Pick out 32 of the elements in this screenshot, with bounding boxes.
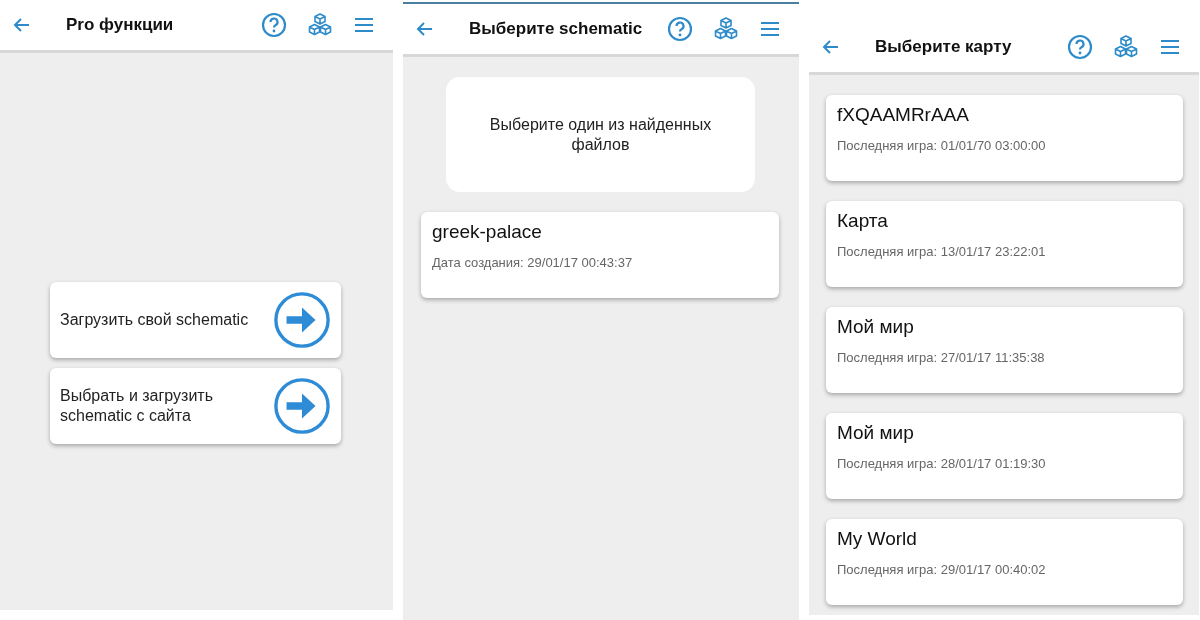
map-name: fXQAAMRrAAA: [837, 104, 970, 126]
last-played: Последняя игра: 01/01/70 03:00:00: [837, 138, 1047, 153]
screen-title: Pro функции: [66, 15, 175, 35]
help-icon[interactable]: [261, 12, 287, 38]
map-card[interactable]: Мой мир Последняя игра: 27/01/17 11:35:38: [826, 307, 1183, 393]
help-icon[interactable]: [667, 16, 693, 42]
map-card[interactable]: My World Последняя игра: 29/01/17 00:40:02: [826, 519, 1183, 605]
file-card[interactable]: greek-palace Дата создания: 29/01/17 00:43:37: [421, 212, 779, 298]
map-name: Карта: [837, 210, 889, 232]
map-name: My World: [837, 528, 918, 550]
last-played: Последняя игра: 13/01/17 23:22:01: [837, 244, 1047, 259]
help-icon[interactable]: [1067, 34, 1093, 60]
map-card[interactable]: fXQAAMRrAAA Последняя игра: 01/01/70 03:00:00: [826, 95, 1183, 181]
file-date: Дата создания: 29/01/17 00:43:37: [432, 255, 634, 270]
map-card[interactable]: Мой мир Последняя игра: 28/01/17 01:19:30: [826, 413, 1183, 499]
last-played: Последняя игра: 28/01/17 01:19:30: [837, 456, 1047, 471]
notice-text: Выберите один из найденных файлов: [488, 114, 713, 155]
action-button[interactable]: Загрузить свой schematic: [50, 281, 341, 358]
map-card[interactable]: Карта Последняя игра: 13/01/17 23:22:01: [826, 201, 1183, 287]
map-name: Мой мир: [837, 316, 915, 338]
screen-title: Выберите schematic: [469, 19, 644, 39]
last-played: Последняя игра: 27/01/17 11:35:38: [837, 350, 1046, 365]
cubes-icon[interactable]: [307, 12, 333, 38]
map-name: Мой мир: [837, 422, 915, 444]
cubes-icon[interactable]: [1113, 34, 1139, 60]
arrow-circle-icon: [273, 376, 331, 435]
screen-title: Выберите карту: [875, 37, 1013, 57]
cubes-icon[interactable]: [713, 16, 739, 42]
action-button[interactable]: Выбрать и загрузить schematic с сайта: [50, 367, 341, 444]
last-played: Последняя игра: 29/01/17 00:40:02: [837, 562, 1047, 577]
arrow-circle-icon: [273, 290, 331, 349]
file-name: greek-palace: [432, 221, 543, 243]
